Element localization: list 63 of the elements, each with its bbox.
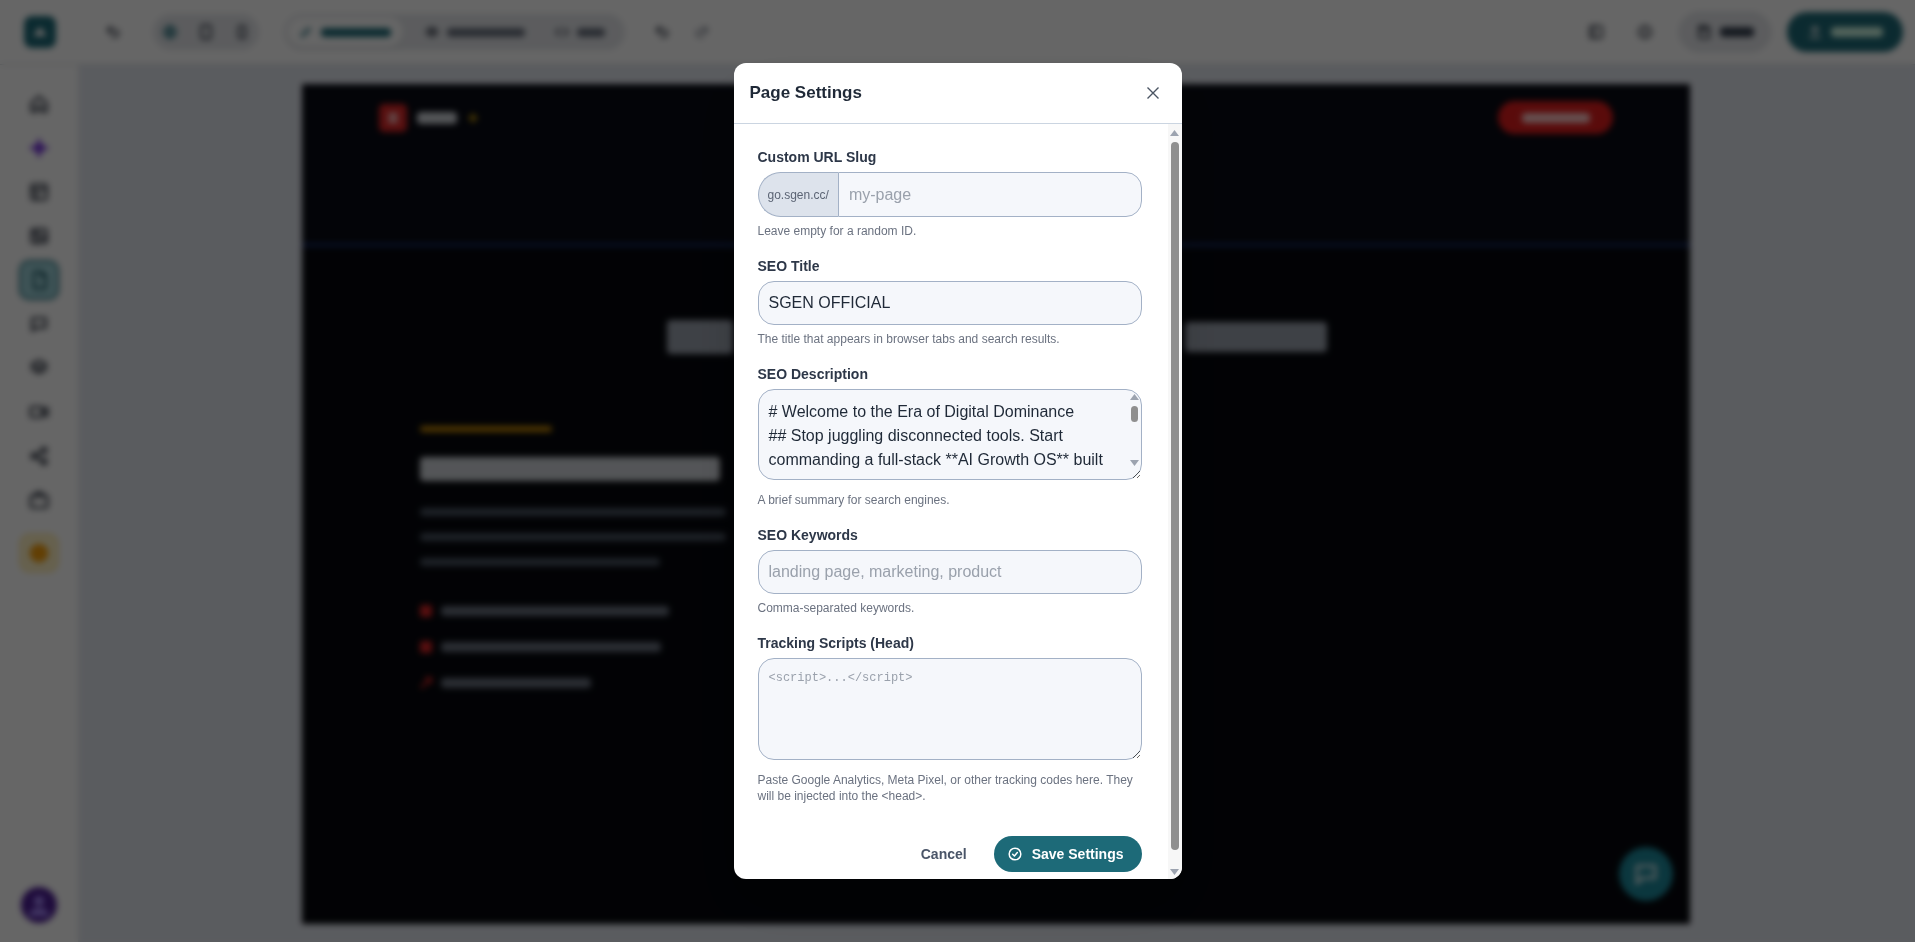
info-icon[interactable]: [1637, 24, 1653, 40]
blurred-text-bar: [1831, 27, 1883, 37]
field-label: SEO Title: [757, 257, 820, 276]
cancel-button[interactable]: Cancel: [904, 836, 983, 872]
sidebar-item[interactable]: [21, 535, 57, 571]
save-settings-button[interactable]: Save Settings: [993, 836, 1142, 872]
scroll-up-icon[interactable]: [1170, 130, 1179, 136]
chat-button[interactable]: [1619, 847, 1673, 901]
arrow-icon: [420, 677, 432, 689]
scroll-up-icon[interactable]: [1129, 394, 1139, 400]
bullet-square-icon: [420, 605, 432, 617]
sparkle-icon: [29, 138, 49, 158]
undo-icon[interactable]: [654, 24, 670, 40]
field-label: SEO Keywords: [757, 526, 858, 545]
check-circle-icon: [1007, 847, 1022, 861]
blurred-text-bar: [1720, 27, 1754, 37]
layout-icon: [29, 182, 49, 202]
chat-bubble-icon: [29, 314, 49, 334]
panel-icon[interactable]: [1588, 24, 1604, 40]
slug-input[interactable]: my-page: [837, 172, 1142, 217]
header-button[interactable]: [1498, 101, 1613, 134]
close-icon: [1146, 87, 1159, 99]
publish-button[interactable]: [1787, 12, 1903, 52]
scrollbar-thumb[interactable]: [1130, 406, 1138, 422]
text-input[interactable]: SGEN OFFICIAL: [757, 281, 1142, 325]
home-icon: [29, 94, 49, 114]
field-hint: Leave empty for a random ID.: [757, 223, 918, 239]
blurred-text-bar: [321, 27, 391, 37]
sidebar-item[interactable]: [21, 262, 57, 298]
image-icon: [29, 226, 49, 246]
chat-bubble-icon: [1634, 862, 1658, 886]
dialog-title: Page Settings: [749, 82, 862, 105]
sparkle-icon: [467, 111, 479, 124]
field-hint: A brief summary for search engines.: [757, 492, 951, 508]
upload-icon: [1807, 24, 1823, 40]
field-hint: The title that appears in browser tabs and search results.: [757, 331, 1061, 347]
field-hint: Comma-separated keywords.: [757, 600, 916, 616]
blurred-text-bar: [1521, 112, 1590, 123]
logo-icon[interactable]: [24, 16, 56, 48]
blurred-text-bar: [417, 111, 457, 124]
scrollbar-thumb[interactable]: [1170, 142, 1179, 850]
coin-icon: [29, 543, 49, 563]
scroll-down-icon[interactable]: [1129, 460, 1139, 466]
field-label: Custom URL Slug: [757, 148, 877, 167]
brand-logo-icon: [379, 103, 407, 132]
code-textarea[interactable]: <script>...</script>: [757, 658, 1142, 760]
blurred-text-bar: [577, 27, 605, 37]
field-label: Tracking Scripts (Head): [757, 634, 914, 653]
text-input[interactable]: landing page, marketing, product: [757, 550, 1142, 594]
share-icon: [29, 446, 49, 466]
globe-icon[interactable]: [162, 24, 178, 40]
briefcase-icon: [29, 490, 49, 510]
bullet-square-icon: [420, 641, 432, 653]
scroll-down-icon[interactable]: [1170, 869, 1179, 875]
avatar-icon[interactable]: [21, 887, 57, 923]
blurred-heading-bar: [667, 320, 733, 354]
field-hint: Paste Google Analytics, Meta Pixel, or other tracking codes here. They will be injected into the <head>.: [757, 772, 1134, 804]
pencil-icon: [299, 25, 313, 39]
url-prefix: go.sgen.cc/: [757, 172, 838, 217]
undo-icon[interactable]: [105, 24, 121, 40]
eye-icon: [425, 25, 439, 39]
description-textarea[interactable]: # Welcome to the Era of Digital Dominance ## Stop juggling disconnected tools. Start commanding a full-stack **AI Growth OS** built: [757, 389, 1142, 480]
field-label: SEO Description: [757, 365, 868, 384]
